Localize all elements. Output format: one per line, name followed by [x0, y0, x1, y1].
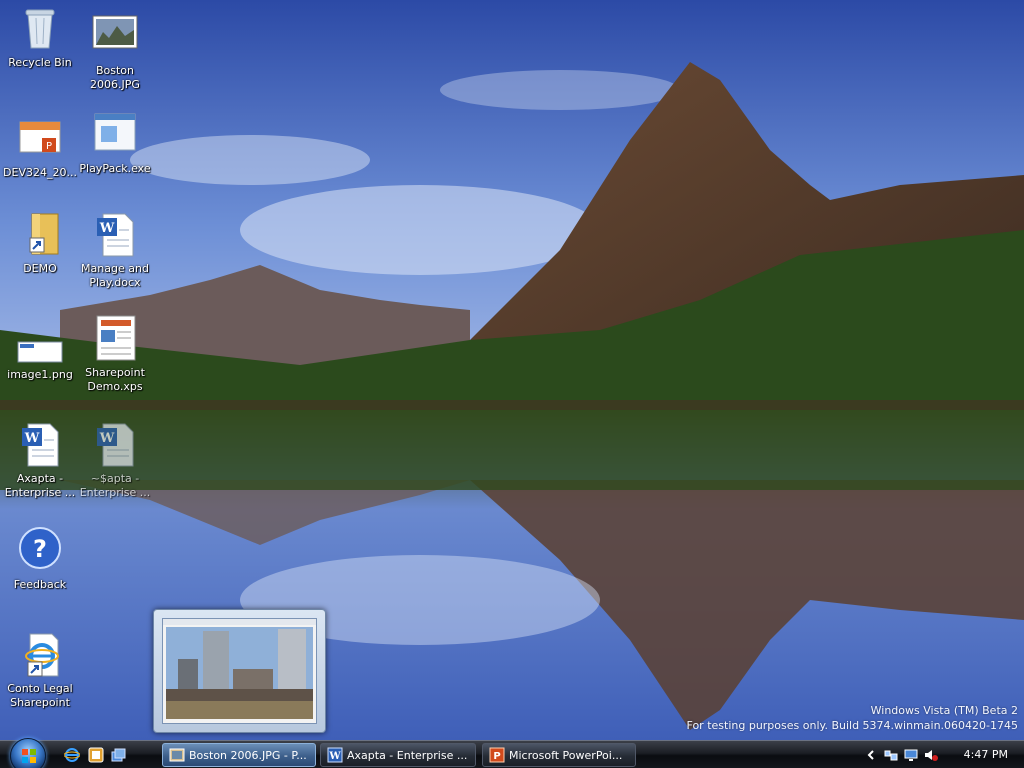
desktop-icon-playpack[interactable]: PlayPack.exe [75, 110, 155, 176]
desktop-icon-axapta[interactable]: W Axapta - Enterprise ... [0, 420, 80, 500]
desktop-icon-manage-and-play[interactable]: W Manage and Play.docx [75, 210, 155, 290]
desktop-icon-demo[interactable]: DEMO [0, 210, 80, 276]
image-file-icon [16, 340, 64, 364]
thumbnail-image [162, 618, 317, 724]
application-icon [91, 110, 139, 158]
svg-text:W: W [328, 751, 341, 762]
taskbar-button-axapta[interactable]: W Axapta - Enterprise ... [320, 743, 476, 767]
taskbar-button-label: Axapta - Enterprise ... [347, 748, 468, 762]
help-question-icon: ? [16, 526, 64, 574]
monitor-icon[interactable] [904, 748, 918, 762]
ie-shortcut-icon [16, 630, 64, 678]
recycle-bin-icon [16, 4, 64, 52]
photo-icon [91, 12, 139, 60]
word-icon: W [327, 747, 343, 763]
desktop-icon-label: Manage and Play.docx [81, 262, 149, 289]
network-icon[interactable] [884, 748, 898, 762]
desktop-icon-label: ~$apta - Enterprise ... [79, 472, 151, 499]
watermark-line-1: Windows Vista (TM) Beta 2 [870, 704, 1018, 717]
folder-shortcut-icon [16, 210, 64, 258]
desktop-icon-sharepoint-demo[interactable]: Sharepoint Demo.xps [75, 314, 155, 394]
desktop-icon-axapta-temp[interactable]: W ~$apta - Enterprise ... [75, 420, 155, 500]
os-build-watermark: Windows Vista (TM) Beta 2 For testing pu… [687, 703, 1018, 733]
start-button[interactable] [10, 738, 46, 768]
word-document-icon: W [91, 420, 139, 468]
desktop-icon-label: image1.png [7, 368, 73, 381]
clock[interactable]: 4:47 PM [964, 748, 1008, 761]
volume-muted-icon[interactable] [924, 748, 938, 762]
powerpoint-file-icon: P [16, 114, 64, 162]
svg-text:W: W [99, 221, 115, 236]
desktop-icon-label: Axapta - Enterprise ... [4, 472, 76, 499]
windows-logo-icon [22, 749, 36, 763]
taskbar-button-label: Microsoft PowerPoi... [509, 748, 623, 762]
desktop-icon-image1[interactable]: image1.png [0, 340, 80, 382]
svg-text:?: ? [33, 535, 47, 563]
watermark-line-2: For testing purposes only. Build 5374.wi… [686, 719, 1018, 732]
desktop-icon-conto-legal[interactable]: Conto Legal Sharepoint [0, 630, 80, 710]
desktop-icon-label: Recycle Bin [8, 56, 72, 69]
taskbar-button-boston-jpg[interactable]: Boston 2006.JPG - P... [162, 743, 316, 767]
svg-text:P: P [493, 751, 500, 762]
desktop-icon-dev324[interactable]: P DEV324_20... [0, 114, 80, 180]
desktop-icon-label: DEMO [23, 262, 57, 275]
media-icon[interactable] [88, 747, 104, 763]
svg-text:P: P [46, 141, 52, 152]
switch-windows-icon[interactable] [110, 747, 126, 763]
desktop-icon-label: Conto Legal Sharepoint [7, 682, 73, 709]
taskbar-thumbnail-preview[interactable] [153, 609, 326, 733]
desktop-icon-recycle-bin[interactable]: Recycle Bin [0, 4, 80, 70]
photo-icon [169, 747, 185, 763]
desktop-icon-label: Boston 2006.JPG [90, 64, 140, 91]
desktop-icon-label: Feedback [13, 578, 67, 591]
xps-document-icon [91, 314, 139, 362]
desktop-icon-label: DEV324_20... [3, 166, 77, 179]
taskbar: Boston 2006.JPG - P... W Axapta - Enterp… [0, 738, 1024, 768]
taskbar-button-powerpoint[interactable]: P Microsoft PowerPoi... [482, 743, 636, 767]
taskbar-button-label: Boston 2006.JPG - P... [189, 748, 307, 762]
desktop-icon-label: PlayPack.exe [79, 162, 151, 175]
desktop-icon-boston-jpg[interactable]: Boston 2006.JPG [75, 12, 155, 92]
desktop-icon-feedback[interactable]: ? Feedback [0, 526, 80, 592]
powerpoint-icon: P [489, 747, 505, 763]
ie-icon[interactable] [63, 747, 81, 763]
word-document-icon: W [16, 420, 64, 468]
svg-text:W: W [99, 431, 115, 446]
show-hidden-icon[interactable] [864, 748, 878, 762]
word-document-icon: W [91, 210, 139, 258]
svg-text:W: W [24, 431, 40, 446]
desktop-icon-label: Sharepoint Demo.xps [85, 366, 145, 393]
